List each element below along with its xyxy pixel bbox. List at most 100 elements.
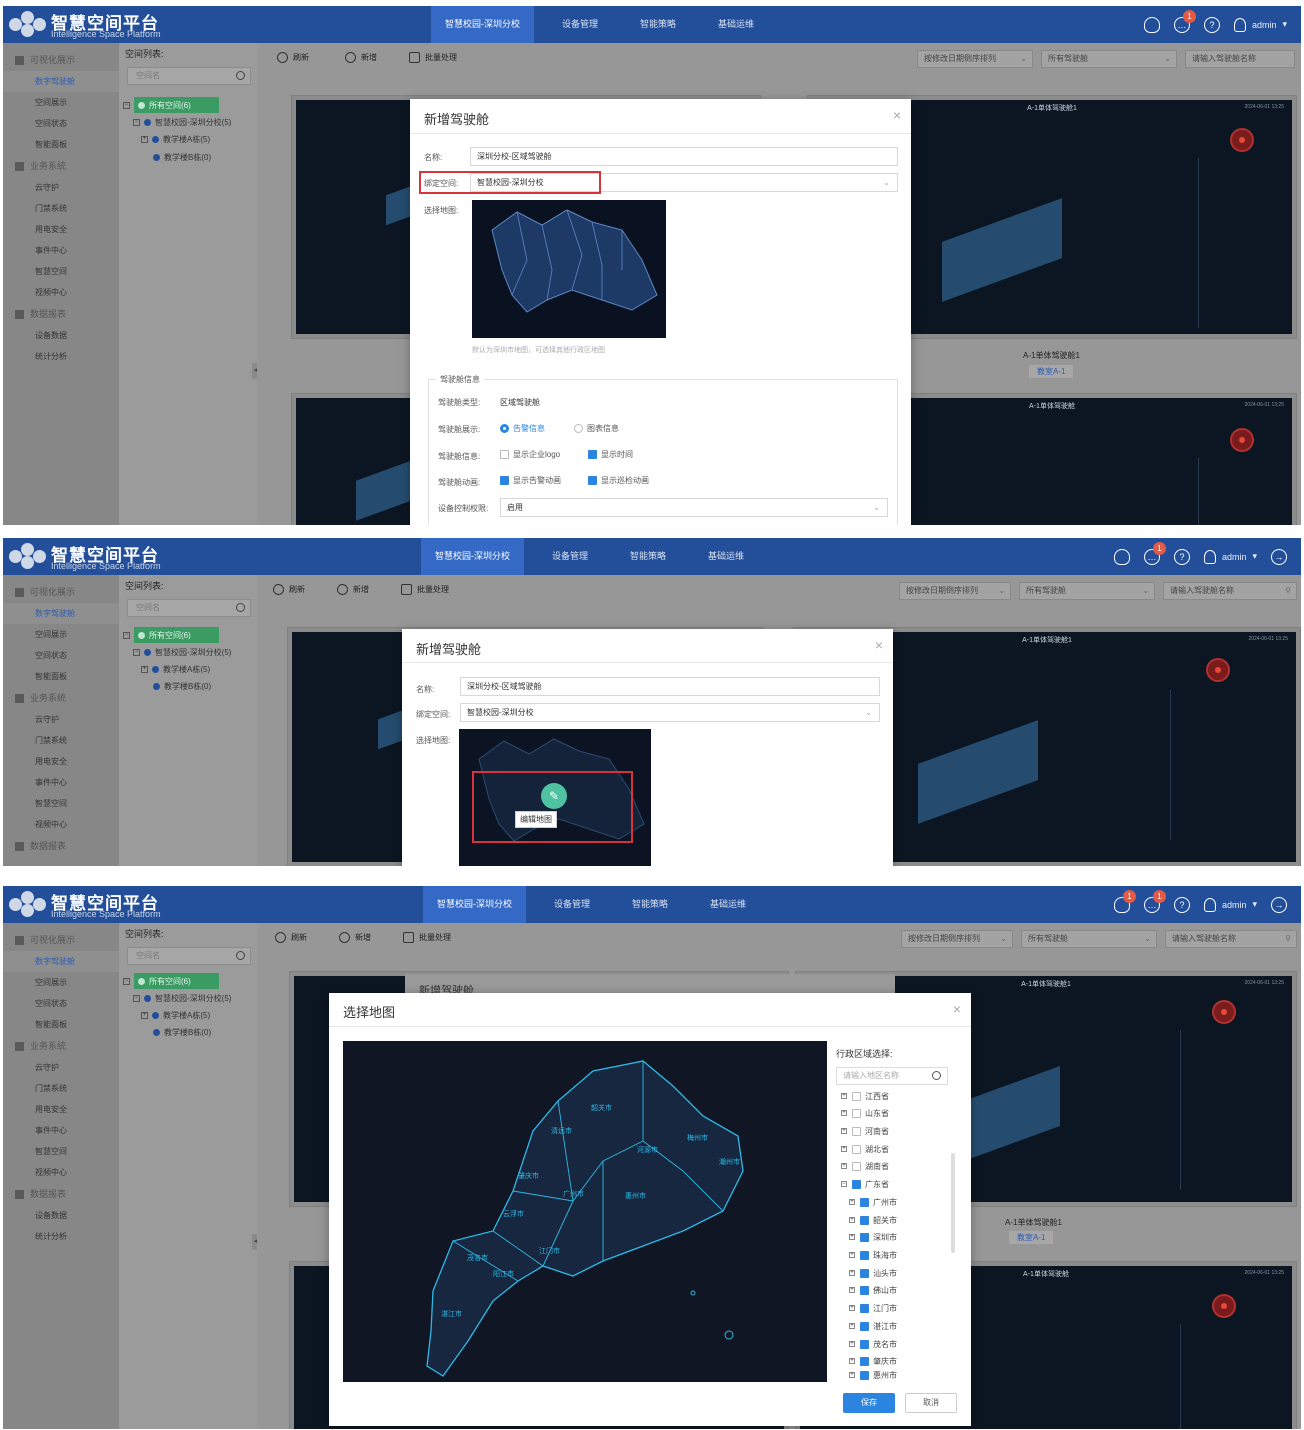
bulb-icon[interactable]: 1 <box>1113 889 1136 913</box>
nav-item-devices[interactable]: 设备管理 <box>540 886 604 923</box>
region-item[interactable]: + 佛山市 <box>849 1283 897 1297</box>
nav-item-strategy[interactable]: 智能策略 <box>626 6 690 43</box>
card-tag[interactable]: 教室A-1 <box>1009 1231 1054 1244</box>
search-icon[interactable] <box>236 71 245 80</box>
refresh-button[interactable]: 刷新 <box>273 584 305 595</box>
sidebar-item[interactable]: 智能面板 <box>3 666 119 687</box>
search-icon[interactable] <box>236 951 245 960</box>
region-item[interactable]: + 韶关市 <box>849 1213 897 1227</box>
refresh-button[interactable]: 刷新 <box>275 932 307 943</box>
close-icon[interactable]: × <box>953 1001 961 1017</box>
region-item[interactable]: − 广东省 <box>841 1177 889 1191</box>
nav-item-ops[interactable]: 基础运维 <box>704 6 768 43</box>
tree-search-input[interactable]: 空间名 <box>127 947 251 965</box>
map-preview[interactable] <box>472 200 666 338</box>
nav-item-campus[interactable]: 智慧校园-深圳分校 <box>431 6 534 43</box>
sidebar-group[interactable]: 数据报表 <box>3 1183 119 1205</box>
name-input[interactable]: 深圳分校-区域驾驶舱 <box>470 147 898 166</box>
region-item[interactable]: + 河南省 <box>841 1124 889 1138</box>
show-logo-checkbox[interactable]: 显示企业logo <box>500 449 560 460</box>
save-button[interactable]: 保存 <box>843 1393 895 1413</box>
bulb-icon[interactable] <box>1143 16 1160 33</box>
sidebar-item[interactable]: 智慧空间 <box>3 1141 119 1162</box>
sidebar-item[interactable]: 视频中心 <box>3 814 119 835</box>
region-item[interactable]: + 湖北省 <box>841 1142 889 1156</box>
tree-node[interactable]: − 智慧校园-深圳分校(5) <box>133 114 231 130</box>
sidebar-item[interactable]: 视频中心 <box>3 1162 119 1183</box>
region-item[interactable]: + 江西省 <box>841 1089 889 1103</box>
user-menu[interactable]: admin ▾ <box>1203 897 1257 912</box>
sidebar-item[interactable]: 设备数据 <box>3 1205 119 1226</box>
show-time-checkbox[interactable]: 显示时间 <box>588 449 633 460</box>
perm-select[interactable]: 启用 ⌄ <box>500 498 888 517</box>
region-item[interactable]: + 广州市 <box>849 1195 897 1209</box>
region-item[interactable]: + 深圳市 <box>849 1230 897 1244</box>
sidebar-group[interactable]: 业务系统 <box>3 155 119 177</box>
region-item[interactable]: + 山东省 <box>841 1106 889 1120</box>
region-item[interactable]: + 湖南省 <box>841 1159 889 1173</box>
close-icon[interactable]: × <box>893 107 901 123</box>
card-tag[interactable]: 教室A-1 <box>1029 365 1074 378</box>
tree-node[interactable]: − 所有空间(6) <box>123 97 219 113</box>
sidebar-item[interactable]: 云守护 <box>3 709 119 730</box>
nav-item-campus[interactable]: 智慧校园-深圳分校 <box>421 538 524 575</box>
add-button[interactable]: 新增 <box>337 584 369 595</box>
region-item[interactable]: + 茂名市 <box>849 1337 897 1351</box>
sidebar-item[interactable]: 门禁系统 <box>3 198 119 219</box>
sidebar-item[interactable]: 事件中心 <box>3 772 119 793</box>
cockpit-search-input[interactable]: 请输入驾驶舱名称 ⚲ <box>1163 582 1297 600</box>
sidebar-group[interactable]: 可视化展示 <box>3 49 119 71</box>
help-icon[interactable]: ? <box>1173 548 1190 565</box>
close-icon[interactable]: × <box>875 637 883 653</box>
nav-item-strategy[interactable]: 智能策略 <box>616 538 680 575</box>
add-button[interactable]: 新增 <box>339 932 371 943</box>
bulb-icon[interactable] <box>1113 548 1130 565</box>
tree-search-input[interactable]: 空间名 <box>127 67 251 85</box>
batch-button[interactable]: 批量处理 <box>401 584 449 595</box>
nav-item-devices[interactable]: 设备管理 <box>548 6 612 43</box>
nav-item-campus[interactable]: 智慧校园-深圳分校 <box>423 886 526 923</box>
sidebar-item[interactable]: 事件中心 <box>3 1120 119 1141</box>
nav-item-devices[interactable]: 设备管理 <box>538 538 602 575</box>
sidebar-item[interactable]: 空间状态 <box>3 113 119 134</box>
tree-node[interactable]: 教学楼B栋(0) <box>153 149 211 165</box>
message-icon[interactable]: … 1 <box>1143 889 1166 913</box>
sidebar-item[interactable]: 数字驾驶舱 <box>3 951 119 972</box>
province-map[interactable]: 韶关市 清远市 河源市 梅州市 潮州市 肇庆市 广州市 惠州市 云浮市 江门市 … <box>343 1041 827 1382</box>
batch-button[interactable]: 批量处理 <box>403 932 451 943</box>
search-icon[interactable] <box>932 1071 941 1080</box>
sidebar-item[interactable]: 用电安全 <box>3 1099 119 1120</box>
tree-node[interactable]: 教学楼B栋(0) <box>153 678 211 694</box>
region-search-input[interactable]: 请输入地区名称 <box>836 1067 948 1085</box>
region-item[interactable]: + 汕头市 <box>849 1266 897 1280</box>
nav-item-ops[interactable]: 基础运维 <box>696 886 760 923</box>
sidebar-item[interactable]: 数字驾驶舱 <box>3 603 119 624</box>
help-icon[interactable]: ? <box>1203 16 1220 33</box>
sidebar-item[interactable]: 数字驾驶舱 <box>3 71 119 92</box>
sort-select[interactable]: 按修改日期倒序排列 ⌄ <box>917 50 1033 68</box>
message-icon[interactable]: … 1 <box>1173 9 1196 33</box>
sidebar-item[interactable]: 智能面板 <box>3 1014 119 1035</box>
logout-icon[interactable]: → <box>1271 896 1287 913</box>
sidebar-group[interactable]: 数据报表 <box>3 303 119 325</box>
filter-select[interactable]: 所有驾驶舱 ⌄ <box>1041 50 1177 68</box>
cancel-button[interactable]: 取消 <box>905 1393 957 1413</box>
sidebar-group[interactable]: 业务系统 <box>3 687 119 709</box>
region-item[interactable]: + 江门市 <box>849 1301 897 1315</box>
sidebar-group[interactable]: 数据报表 <box>3 835 119 857</box>
region-item[interactable]: + 肇庆市 <box>849 1354 897 1368</box>
sidebar-group[interactable]: 可视化展示 <box>3 581 119 603</box>
tree-node[interactable]: − 所有空间(6) <box>123 627 219 643</box>
name-input[interactable]: 深圳分校-区域驾驶舱 <box>460 677 880 696</box>
sort-select[interactable]: 按修改日期倒序排列 ⌄ <box>899 582 1011 600</box>
sidebar-item[interactable]: 智慧空间 <box>3 793 119 814</box>
region-scrollbar[interactable] <box>951 1153 955 1253</box>
search-icon[interactable] <box>236 603 245 612</box>
sidebar-item[interactable]: 智能面板 <box>3 134 119 155</box>
logout-icon[interactable]: → <box>1271 548 1287 565</box>
tree-node[interactable]: − 智慧校园-深圳分校(5) <box>133 644 231 660</box>
batch-button[interactable]: 批量处理 <box>409 52 457 63</box>
tree-node[interactable]: 教学楼B栋(0) <box>153 1024 211 1040</box>
region-item[interactable]: + 珠海市 <box>849 1248 897 1262</box>
sidebar-item[interactable]: 空间展示 <box>3 92 119 113</box>
